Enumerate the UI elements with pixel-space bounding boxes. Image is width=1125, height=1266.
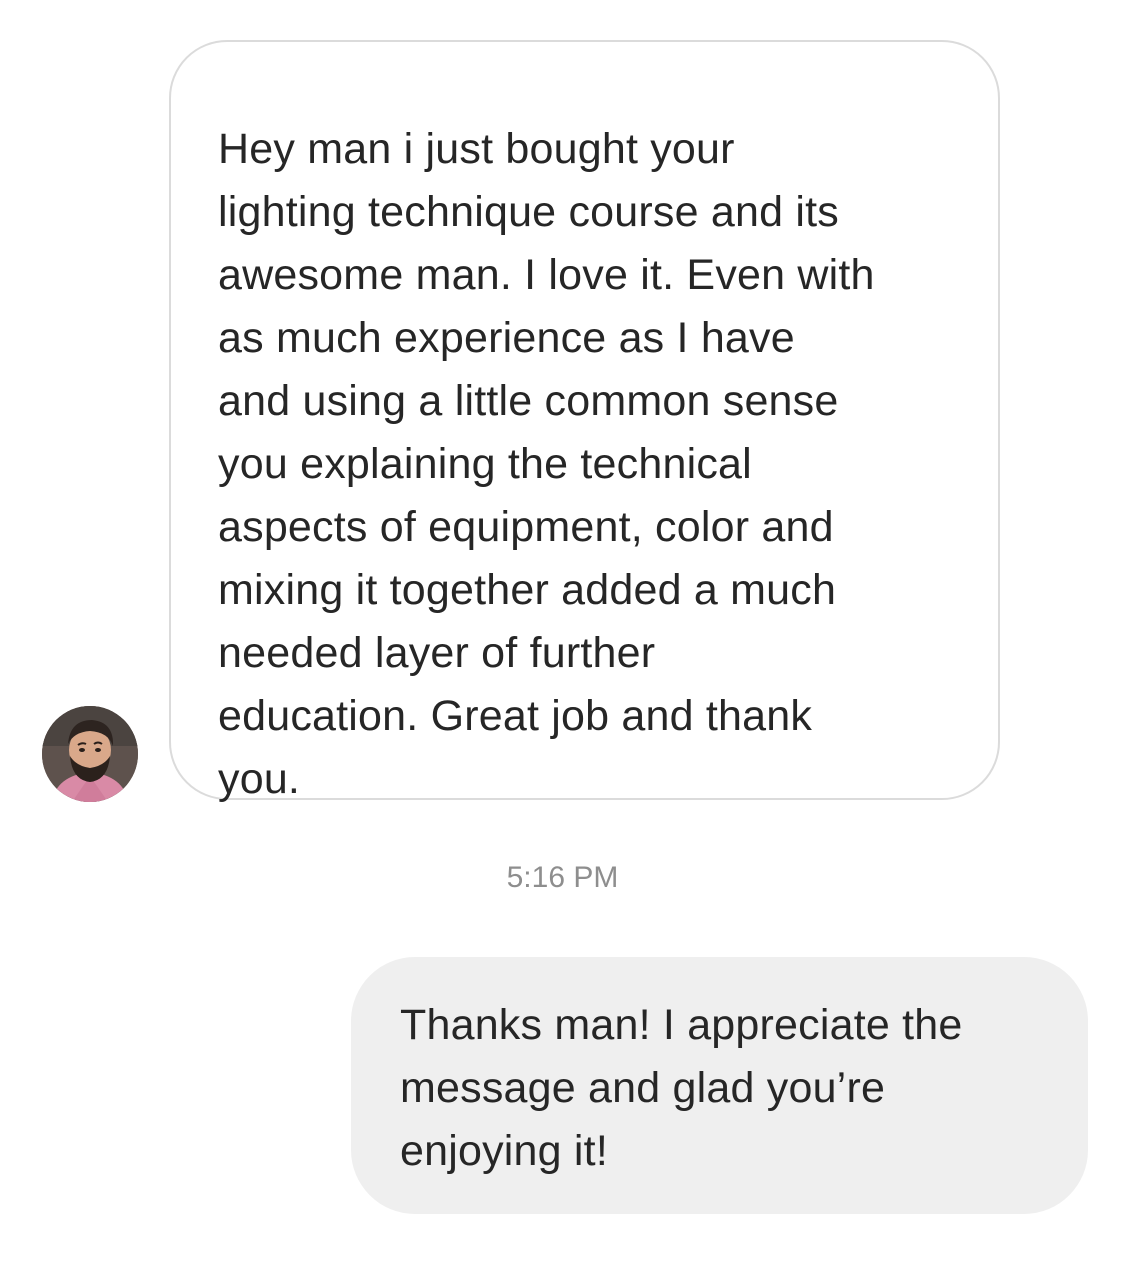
- sender-avatar-image: [42, 706, 138, 802]
- message-timestamp: 5:16 PM: [506, 861, 619, 894]
- message-thread: Hey man i just bought your lighting tech…: [0, 0, 1125, 1266]
- incoming-message-text: Hey man i just bought your lighting tech…: [218, 125, 875, 803]
- incoming-message-bubble[interactable]: Hey man i just bought your lighting tech…: [169, 40, 1000, 803]
- outgoing-message-text: Thanks man! I appreciate the message and…: [400, 1001, 963, 1175]
- sender-avatar[interactable]: [42, 706, 138, 802]
- outgoing-message-bubble[interactable]: Thanks man! I appreciate the message and…: [351, 957, 1088, 1214]
